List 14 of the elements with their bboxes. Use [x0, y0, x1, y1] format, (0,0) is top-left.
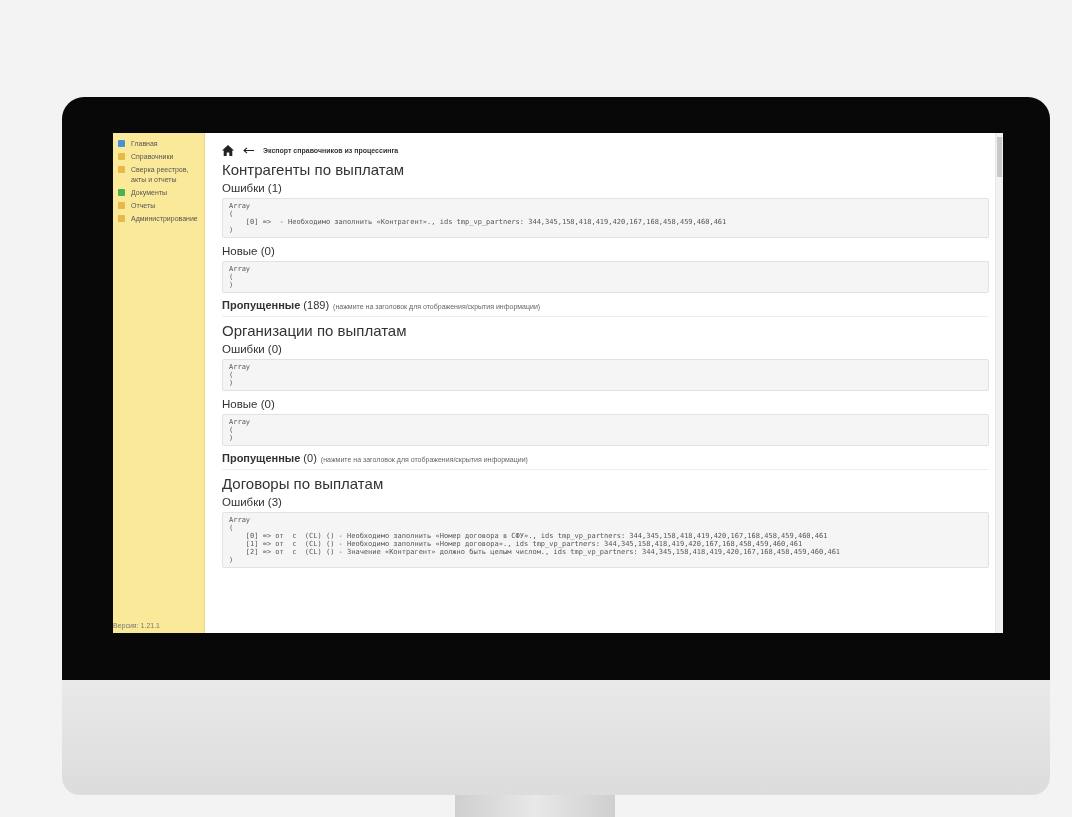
- subsection-heading: Новые (0): [222, 244, 276, 258]
- section-heading: Организации по выплатам: [222, 322, 408, 340]
- scrollbar[interactable]: [995, 133, 1003, 633]
- back-arrow-icon[interactable]: [243, 146, 254, 154]
- subsection-heading: Ошибки (1): [222, 181, 283, 195]
- section-heading: Договоры по выплатам: [222, 475, 385, 493]
- subsection-heading: Новые (0): [222, 397, 276, 411]
- collapsible-heading[interactable]: Пропущенные (0): [222, 452, 317, 464]
- collapsible-heading[interactable]: Пропущенные (189): [222, 299, 330, 311]
- home-icon[interactable]: [222, 144, 234, 156]
- subsection-heading: Ошибки (0): [222, 342, 283, 356]
- scrollbar-thumb[interactable]: [997, 137, 1002, 177]
- section-heading: Контрагенты по выплатам: [222, 161, 406, 179]
- subsection-heading: Ошибки (3): [222, 495, 283, 509]
